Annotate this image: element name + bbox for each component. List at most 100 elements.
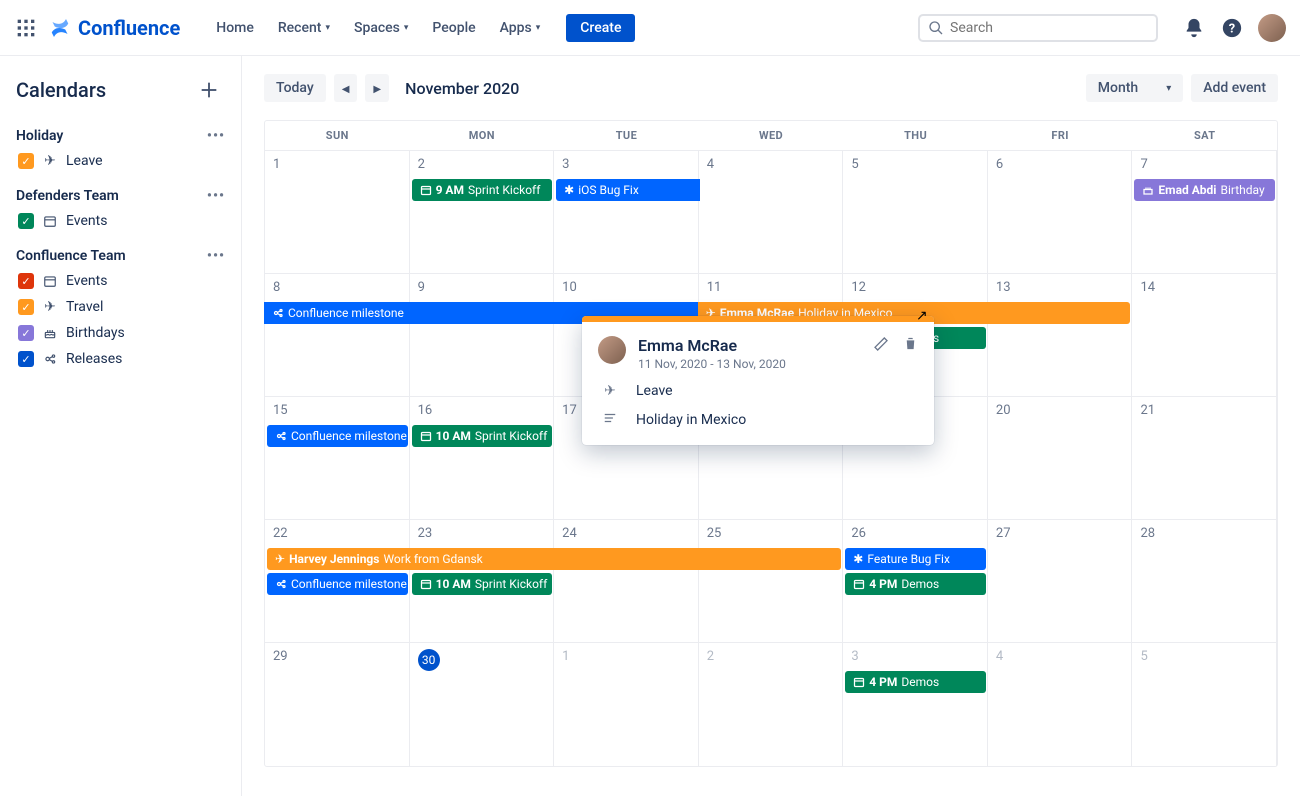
week-row: 293012345 4 PMDemos bbox=[265, 643, 1277, 766]
date-number: 3 bbox=[562, 157, 690, 172]
day-cell[interactable]: 2 bbox=[699, 643, 844, 766]
day-cell[interactable]: 3 bbox=[843, 643, 988, 766]
notifications-icon[interactable] bbox=[1182, 16, 1206, 40]
calendar-label: Releases bbox=[66, 351, 122, 367]
calendar-event[interactable]: 9 AMSprint Kickoff bbox=[412, 179, 553, 201]
product-logo[interactable]: Confluence bbox=[48, 16, 180, 40]
help-icon[interactable]: ? bbox=[1220, 16, 1244, 40]
day-cell[interactable]: 25 bbox=[699, 520, 844, 642]
calendar-event[interactable]: Emad AbdiBirthday bbox=[1134, 179, 1275, 201]
calendar-event[interactable]: ✈Harvey JenningsWork from Gdansk bbox=[267, 548, 841, 570]
day-cell[interactable]: 30 bbox=[410, 643, 555, 766]
day-cell[interactable]: 4 bbox=[699, 151, 844, 273]
cal-icon bbox=[42, 273, 58, 289]
cal-icon bbox=[42, 213, 58, 229]
group-menu-icon[interactable]: ••• bbox=[207, 248, 225, 264]
calendar-checkbox[interactable]: ✓ bbox=[18, 153, 34, 169]
app-switcher-icon[interactable] bbox=[14, 16, 38, 40]
date-number: 23 bbox=[418, 526, 546, 541]
day-cell[interactable]: 4 bbox=[988, 643, 1133, 766]
calendar-label: Travel bbox=[66, 299, 103, 315]
view-dropdown[interactable]: Month▾ bbox=[1086, 74, 1183, 102]
event-popover: Emma McRae 11 Nov, 2020 - 13 Nov, 2020 ✈ bbox=[582, 316, 934, 445]
day-cell[interactable]: 24 bbox=[554, 520, 699, 642]
day-cell[interactable]: 5 bbox=[843, 151, 988, 273]
date-number: 26 bbox=[851, 526, 979, 541]
calendar-event[interactable]: ✱iOS Bug Fix bbox=[556, 179, 700, 201]
day-cell[interactable]: 7 bbox=[1132, 151, 1277, 273]
prev-month-button[interactable]: ◀ bbox=[334, 74, 358, 102]
date-number: 4 bbox=[996, 649, 1124, 664]
create-button[interactable]: Create bbox=[566, 14, 635, 42]
popover-name: Emma McRae bbox=[638, 336, 786, 355]
notes-icon bbox=[602, 411, 618, 429]
calendar-item[interactable]: ✓✈Leave bbox=[18, 148, 225, 174]
calendar-group-title: Holiday bbox=[16, 128, 63, 144]
calendar-checkbox[interactable]: ✓ bbox=[18, 351, 34, 367]
calendar-checkbox[interactable]: ✓ bbox=[18, 299, 34, 315]
day-header: SUN bbox=[265, 121, 410, 150]
date-number: 21 bbox=[1140, 403, 1268, 418]
chevron-down-icon: ▾ bbox=[325, 23, 330, 33]
calendar-event[interactable]: Confluence milestone bbox=[267, 425, 408, 447]
day-cell[interactable]: 2 bbox=[410, 151, 555, 273]
calendar-event[interactable]: ✱Feature Bug Fix bbox=[845, 548, 986, 570]
day-cell[interactable]: 1 bbox=[554, 643, 699, 766]
day-header: MON bbox=[410, 121, 555, 150]
edit-icon[interactable] bbox=[873, 336, 889, 356]
group-menu-icon[interactable]: ••• bbox=[207, 128, 225, 144]
day-cell[interactable]: 8 bbox=[265, 274, 410, 396]
calendar-checkbox[interactable]: ✓ bbox=[18, 273, 34, 289]
calendar-checkbox[interactable]: ✓ bbox=[18, 213, 34, 229]
nav-recent[interactable]: Recent▾ bbox=[266, 14, 342, 42]
day-cell[interactable]: 13 bbox=[988, 274, 1133, 396]
nav-people[interactable]: People bbox=[420, 14, 487, 42]
date-number: 20 bbox=[996, 403, 1124, 418]
calendar-item[interactable]: ✓Birthdays bbox=[18, 320, 225, 346]
day-cell[interactable]: 1 bbox=[265, 151, 410, 273]
day-cell[interactable]: 16 bbox=[410, 397, 555, 519]
calendar-checkbox[interactable]: ✓ bbox=[18, 325, 34, 341]
day-cell[interactable]: 3 bbox=[554, 151, 699, 273]
date-number: 4 bbox=[707, 157, 835, 172]
search-input-container[interactable] bbox=[918, 14, 1158, 42]
day-cell[interactable]: 14 bbox=[1132, 274, 1277, 396]
nav-apps[interactable]: Apps▾ bbox=[488, 14, 553, 42]
search-input[interactable] bbox=[950, 20, 1148, 36]
calendar-item[interactable]: ✓Events bbox=[18, 208, 225, 234]
day-cell[interactable]: 6 bbox=[988, 151, 1133, 273]
calendar-item[interactable]: ✓ ✈ Travel bbox=[18, 294, 225, 320]
next-month-button[interactable]: ▶ bbox=[365, 74, 389, 102]
date-number: 8 bbox=[273, 280, 401, 295]
calendar-item[interactable]: ✓ Releases bbox=[18, 346, 225, 372]
day-cell[interactable]: 21 bbox=[1132, 397, 1277, 519]
day-cell[interactable]: 27 bbox=[988, 520, 1133, 642]
calendar-event[interactable]: 4 PMDemos bbox=[845, 573, 986, 595]
calendar-event[interactable]: 10 AMSprint Kickoff bbox=[412, 425, 553, 447]
day-cell[interactable]: 9 bbox=[410, 274, 555, 396]
day-cell[interactable]: 5 bbox=[1132, 643, 1277, 766]
calendar-event[interactable]: Confluence milestone bbox=[267, 573, 408, 595]
date-number: 9 bbox=[418, 280, 546, 295]
nav-home[interactable]: Home bbox=[204, 14, 266, 42]
bday-icon bbox=[42, 325, 58, 341]
week-row: 123 4567 9 AMSprint Kickoff✱iOS Bug Fix Ema… bbox=[265, 151, 1277, 274]
add-calendar-button[interactable] bbox=[193, 74, 225, 106]
date-number: 16 bbox=[418, 403, 546, 418]
today-button[interactable]: Today bbox=[264, 74, 326, 102]
cal-icon bbox=[420, 184, 432, 196]
add-event-button[interactable]: Add event bbox=[1191, 74, 1278, 102]
day-cell[interactable]: 29 bbox=[265, 643, 410, 766]
calendar-event[interactable]: 10 AMSprint Kickoff bbox=[412, 573, 553, 595]
group-menu-icon[interactable]: ••• bbox=[207, 188, 225, 204]
plane-icon: ✈ bbox=[42, 299, 58, 315]
calendar-event[interactable]: 4 PMDemos bbox=[845, 671, 986, 693]
bday-icon bbox=[1142, 184, 1154, 196]
day-cell[interactable]: 28 bbox=[1132, 520, 1277, 642]
delete-icon[interactable] bbox=[903, 336, 918, 356]
day-cell[interactable]: 20 bbox=[988, 397, 1133, 519]
nav-spaces[interactable]: Spaces▾ bbox=[342, 14, 420, 42]
calendar-item[interactable]: ✓Events bbox=[18, 268, 225, 294]
day-cell[interactable]: 15 bbox=[265, 397, 410, 519]
user-avatar[interactable] bbox=[1258, 14, 1286, 42]
